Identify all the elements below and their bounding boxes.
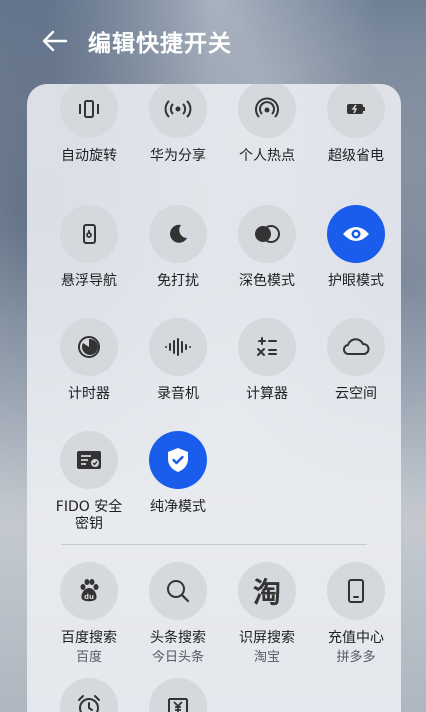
search-icon [149,562,207,620]
tile-security-key[interactable]: FIDO 安全 密钥 [44,431,134,533]
tile-label: 免打扰 [157,273,199,289]
tile-hotspot[interactable]: 个人热点 [222,84,312,165]
huawei-share-icon [149,84,207,138]
tile-label: 华为分享 [150,148,206,164]
tile-floating-nav[interactable]: 悬浮导航 [44,205,134,290]
voice-recorder-icon [149,318,207,376]
tile-label: 超级省电 [328,148,384,164]
tile-topup-center[interactable]: 充值中心 拼多多 [311,562,401,666]
alarm-clock-icon [60,678,118,712]
do-not-disturb-icon [149,205,207,263]
security-key-icon [60,431,118,489]
pure-mode-shield-icon [149,431,207,489]
tile-huawei-share[interactable]: 华为分享 [133,84,223,165]
tile-label-line2: 密钥 [75,516,103,532]
tile-label: 云空间 [335,386,377,402]
tile-label: 纯净模式 [150,499,206,515]
tile-app-name: 拼多多 [336,650,376,665]
tile-alarm[interactable] [44,678,134,712]
tile-label: 头条搜索 [150,630,206,646]
phone-topup-icon [327,562,385,620]
tile-do-not-disturb[interactable]: 免打扰 [133,205,223,290]
tile-label: 悬浮导航 [61,273,117,289]
cloud-icon [327,318,385,376]
tile-screen-search[interactable]: 淘 识屏搜索 淘宝 [222,562,312,666]
tile-app-name: 淘宝 [253,650,280,665]
tile-label-line1: FIDO 安全 [55,499,123,515]
yen-wallet-icon [149,678,207,712]
calculator-icon [238,318,296,376]
taobao-icon: 淘 [238,562,296,620]
tile-wallet[interactable] [133,678,223,712]
tile-dark-mode[interactable]: 深色模式 [222,205,312,290]
tile-label: FIDO 安全 密钥 [44,499,134,533]
back-button[interactable] [40,26,70,56]
tile-cloud[interactable]: 云空间 [311,318,401,403]
tile-voice-recorder[interactable]: 录音机 [133,318,223,403]
tile-label: 计算器 [246,386,288,402]
baidu-paw-icon: du [60,562,118,620]
tile-baidu-search[interactable]: du 百度搜索 百度 [44,562,134,666]
tile-label: 录音机 [157,386,199,402]
tile-app-name: 百度 [75,650,102,665]
tile-label: 个人热点 [239,148,295,164]
hotspot-icon [238,84,296,138]
tile-label: 百度搜索 [61,630,117,646]
page-title: 编辑快捷开关 [88,31,232,57]
battery-saver-icon [327,84,385,138]
section-divider [61,544,367,545]
tile-auto-rotate[interactable]: 自动旋转 [44,84,134,165]
tile-calculator[interactable]: 计算器 [222,318,312,403]
tile-label: 深色模式 [239,273,295,289]
tile-eye-comfort[interactable]: 护眼模式 [311,205,401,290]
tile-label: 识屏搜索 [239,630,295,646]
tile-label: 计时器 [68,386,110,402]
back-arrow-icon [42,30,68,52]
eye-comfort-icon [327,205,385,263]
tile-pure-mode[interactable]: 纯净模式 [133,431,223,516]
tile-toutiao-search[interactable]: 头条搜索 今日头条 [133,562,223,666]
tile-app-name: 今日头条 [151,650,204,665]
taobao-glyph: 淘 [252,576,281,609]
tile-label: 护眼模式 [328,273,384,289]
tile-label: 自动旋转 [61,148,117,164]
tile-timer[interactable]: 计时器 [44,318,134,403]
auto-rotate-icon [60,84,118,138]
tile-battery-saver[interactable]: 超级省电 [311,84,401,165]
dark-mode-icon [238,205,296,263]
svg-text:du: du [84,593,94,601]
page-header: 编辑快捷开关 [0,18,426,64]
timer-icon [60,318,118,376]
quick-toggles-panel[interactable]: 自动旋转 华为分享 个人热点 超级省电 悬浮导航 免打扰 深色模式 护眼模式 计… [27,84,401,712]
tile-label: 充值中心 [328,630,384,646]
floating-nav-icon [60,205,118,263]
